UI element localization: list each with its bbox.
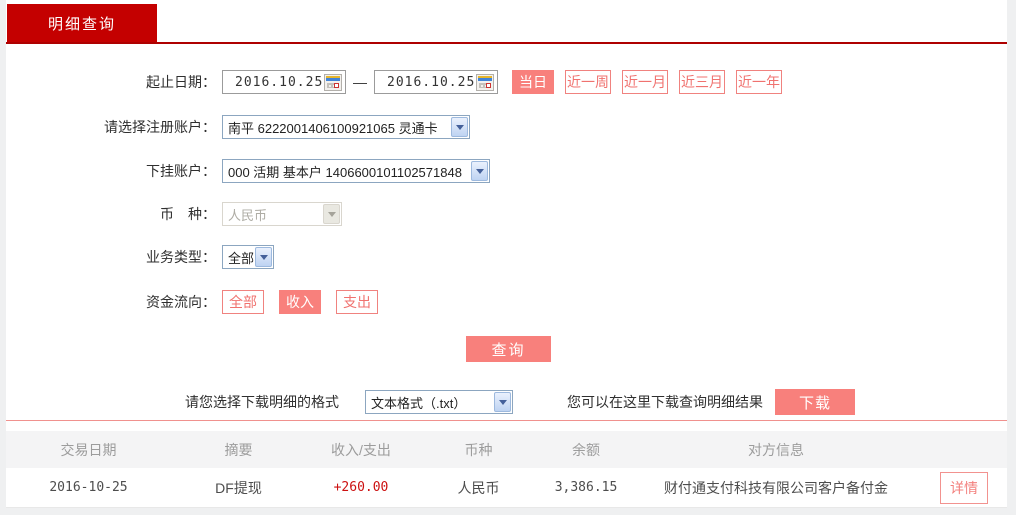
header-summary: 摘要 bbox=[224, 441, 253, 458]
currency-value: 人民币 bbox=[228, 207, 268, 223]
currency-select: 人民币 bbox=[222, 202, 342, 226]
flow-expense-button[interactable]: 支出 bbox=[336, 290, 378, 314]
registered-account-label: 请选择注册账户： bbox=[104, 119, 216, 135]
cell-amount: +260.00 bbox=[333, 480, 389, 495]
calendar-icon[interactable] bbox=[324, 73, 342, 91]
range-today-button[interactable]: 当日 bbox=[512, 70, 554, 94]
tab-detail-query[interactable]: 明细查询 bbox=[7, 4, 157, 42]
range-quarter-button[interactable]: 近三月 bbox=[679, 70, 725, 94]
header-currency: 币种 bbox=[464, 441, 493, 458]
detail-button[interactable]: 详情 bbox=[940, 471, 988, 504]
currency-label: 币 种： bbox=[160, 206, 216, 222]
chevron-down-icon bbox=[451, 117, 468, 137]
date-range-row: 起止日期： 2016.10.25 — 2016.10.25 当日 近一周 近一月… bbox=[6, 69, 1007, 95]
flow-all-button[interactable]: 全部 bbox=[222, 290, 264, 314]
chevron-down-icon bbox=[471, 161, 488, 181]
cell-trade-date: 2016-10-25 bbox=[49, 480, 128, 495]
business-type-value: 全部 bbox=[228, 250, 255, 266]
registered-account-row: 请选择注册账户： 南平 6222001406100921065 灵通卡 bbox=[6, 114, 1007, 140]
range-year-button[interactable]: 近一年 bbox=[736, 70, 782, 94]
business-type-label: 业务类型： bbox=[146, 249, 216, 265]
range-week-button[interactable]: 近一周 bbox=[565, 70, 611, 94]
header-balance: 余额 bbox=[572, 441, 600, 458]
date-range-separator: — bbox=[353, 74, 367, 90]
sub-account-row: 下挂账户： 000 活期 基本户 1406600101102571848 bbox=[6, 158, 1007, 184]
sub-account-select[interactable]: 000 活期 基本户 1406600101102571848 bbox=[222, 159, 490, 183]
chevron-down-icon bbox=[255, 247, 272, 267]
calendar-icon[interactable] bbox=[476, 73, 494, 91]
detail-query-page: 明细查询 起止日期： 2016.10.25 — 2016.10.25 当日 近一… bbox=[0, 0, 1016, 515]
header-trade-date: 交易日期 bbox=[60, 441, 117, 458]
chevron-down-icon bbox=[494, 392, 511, 412]
business-type-row: 业务类型： 全部 bbox=[6, 244, 1007, 270]
sub-account-label: 下挂账户： bbox=[146, 163, 216, 179]
cell-counterparty: 财付通支付科技有限公司客户备付金 bbox=[664, 479, 888, 496]
download-format-select[interactable]: 文本格式（.txt） bbox=[365, 390, 513, 414]
fund-flow-label: 资金流向： bbox=[146, 294, 216, 310]
results-divider bbox=[6, 420, 1007, 421]
date-from-input[interactable]: 2016.10.25 bbox=[222, 70, 346, 94]
header-counterparty: 对方信息 bbox=[748, 441, 804, 458]
download-row: 请您选择下载明细的格式 文本格式（.txt） 您可以在这里下载查询明细结果 下载 bbox=[6, 389, 1007, 415]
download-format-value: 文本格式（.txt） bbox=[371, 395, 467, 411]
header-income-expense: 收入/支出 bbox=[331, 441, 391, 458]
query-button[interactable]: 查询 bbox=[466, 336, 551, 362]
sub-account-value: 000 活期 基本户 1406600101102571848 bbox=[228, 164, 462, 180]
range-month-button[interactable]: 近一月 bbox=[622, 70, 668, 94]
table-row: 2016-10-25 DF提现 +260.00 人民币 3,386.15 财付通… bbox=[6, 468, 1007, 508]
bottom-strip bbox=[0, 508, 1016, 515]
cell-balance: 3,386.15 bbox=[554, 480, 618, 495]
chevron-down-icon bbox=[323, 204, 340, 224]
date-to-value: 2016.10.25 bbox=[387, 74, 476, 90]
date-to-input[interactable]: 2016.10.25 bbox=[374, 70, 498, 94]
cell-summary: DF提现 bbox=[215, 479, 262, 496]
cell-currency: 人民币 bbox=[457, 479, 500, 496]
tab-underline bbox=[6, 42, 1007, 44]
date-from-value: 2016.10.25 bbox=[235, 74, 324, 90]
main-panel: 明细查询 起止日期： 2016.10.25 — 2016.10.25 当日 近一… bbox=[6, 0, 1007, 515]
registered-account-select[interactable]: 南平 6222001406100921065 灵通卡 bbox=[222, 115, 470, 139]
download-hint: 您可以在这里下载查询明细结果 bbox=[567, 394, 763, 410]
business-type-select[interactable]: 全部 bbox=[222, 245, 274, 269]
fund-flow-row: 资金流向： 全部 收入 支出 bbox=[6, 289, 1007, 315]
download-button[interactable]: 下载 bbox=[775, 389, 855, 415]
flow-income-button[interactable]: 收入 bbox=[279, 290, 321, 314]
download-format-label: 请您选择下载明细的格式 bbox=[185, 394, 339, 410]
date-range-label: 起止日期： bbox=[146, 74, 216, 90]
table-header-row: 交易日期 摘要 收入/支出 币种 余额 对方信息 bbox=[6, 431, 1007, 468]
registered-account-value: 南平 6222001406100921065 灵通卡 bbox=[228, 120, 438, 136]
currency-row: 币 种： 人民币 bbox=[6, 201, 1007, 227]
